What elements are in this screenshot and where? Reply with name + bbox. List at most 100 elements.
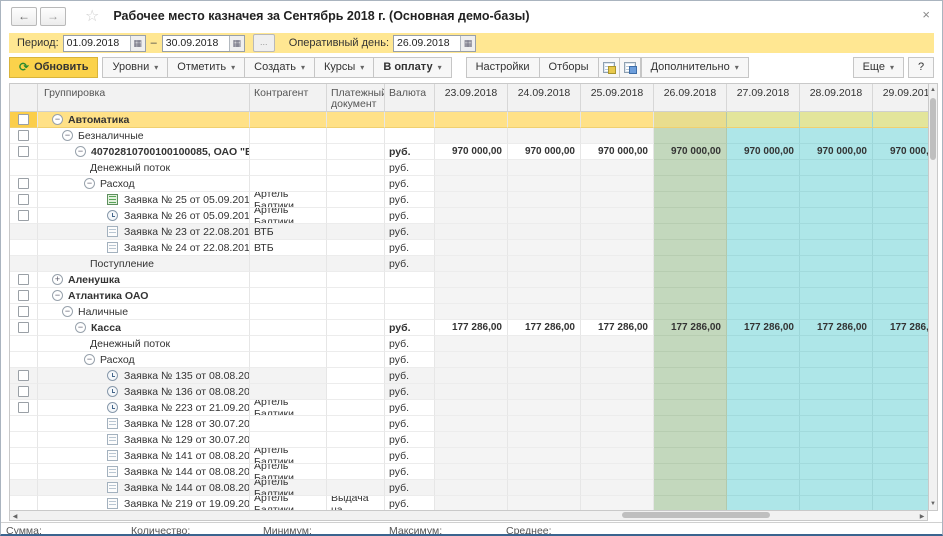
row-select-cell[interactable] bbox=[10, 368, 38, 384]
table-row[interactable]: Заявка № 144 от 08.08.2018Артель Балтики… bbox=[10, 480, 928, 496]
payment-document-cell[interactable] bbox=[327, 304, 385, 320]
amount-cell-26.09.2018[interactable]: 177 286,00 bbox=[654, 320, 727, 336]
payment-document-cell[interactable]: Выдача на... bbox=[327, 496, 385, 511]
levels-button[interactable]: Уровни▾ bbox=[102, 57, 168, 78]
table-row[interactable]: Заявка № 144 от 08.08.2018Артель Балтики… bbox=[10, 464, 928, 480]
header-grouping[interactable]: Группировка bbox=[38, 84, 250, 112]
amount-cell-24.09.2018[interactable] bbox=[508, 288, 581, 304]
operational-day-input[interactable] bbox=[394, 36, 460, 51]
contractor-cell[interactable] bbox=[250, 176, 327, 192]
amount-cell-24.09.2018[interactable] bbox=[508, 272, 581, 288]
amount-cell-29.09.2018[interactable] bbox=[873, 240, 928, 256]
row-select-cell[interactable] bbox=[10, 288, 38, 304]
amount-cell-28.09.2018[interactable] bbox=[800, 416, 873, 432]
amount-cell-27.09.2018[interactable] bbox=[727, 224, 800, 240]
amount-cell-24.09.2018[interactable] bbox=[508, 400, 581, 416]
grouping-cell[interactable]: −Касса bbox=[38, 320, 250, 336]
grouping-cell[interactable]: Заявка № 26 от 05.09.2018 bbox=[38, 208, 250, 224]
payment-document-cell[interactable] bbox=[327, 224, 385, 240]
payment-document-cell[interactable] bbox=[327, 384, 385, 400]
grouping-cell[interactable]: Заявка № 144 от 08.08.2018 bbox=[38, 464, 250, 480]
payment-document-cell[interactable] bbox=[327, 416, 385, 432]
contractor-cell[interactable] bbox=[250, 128, 327, 144]
currency-cell[interactable]: руб. bbox=[385, 384, 435, 400]
currency-cell[interactable] bbox=[385, 288, 435, 304]
more-button[interactable]: Еще▾ bbox=[853, 57, 904, 78]
table-row[interactable]: −40702810700100100085, ОАО "БАНК МОСКВЫ"… bbox=[10, 144, 928, 160]
payment-document-cell[interactable] bbox=[327, 192, 385, 208]
contractor-cell[interactable]: Артель Балтики bbox=[250, 464, 327, 480]
amount-cell-25.09.2018[interactable] bbox=[581, 208, 654, 224]
amount-cell-26.09.2018[interactable] bbox=[654, 208, 727, 224]
amount-cell-29.09.2018[interactable] bbox=[873, 464, 928, 480]
payment-document-cell[interactable] bbox=[327, 144, 385, 160]
row-checkbox[interactable] bbox=[18, 402, 29, 413]
amount-cell-23.09.2018[interactable] bbox=[435, 352, 508, 368]
amount-cell-23.09.2018[interactable] bbox=[435, 464, 508, 480]
amount-cell-27.09.2018[interactable] bbox=[727, 496, 800, 511]
horizontal-scroll-thumb[interactable] bbox=[622, 512, 770, 518]
header-date-28.09.2018[interactable]: 28.09.2018 bbox=[800, 84, 873, 112]
row-select-cell[interactable] bbox=[10, 480, 38, 496]
payment-document-cell[interactable] bbox=[327, 176, 385, 192]
amount-cell-29.09.2018[interactable] bbox=[873, 336, 928, 352]
row-select-cell[interactable] bbox=[10, 384, 38, 400]
amount-cell-23.09.2018[interactable] bbox=[435, 192, 508, 208]
table-row[interactable]: +Аленушка bbox=[10, 272, 928, 288]
contractor-cell[interactable] bbox=[250, 352, 327, 368]
amount-cell-28.09.2018[interactable] bbox=[800, 208, 873, 224]
amount-cell-25.09.2018[interactable]: 177 286,00 bbox=[581, 320, 654, 336]
amount-cell-26.09.2018[interactable] bbox=[654, 192, 727, 208]
amount-cell-27.09.2018[interactable] bbox=[727, 448, 800, 464]
amount-cell-28.09.2018[interactable] bbox=[800, 400, 873, 416]
amount-cell-28.09.2018[interactable] bbox=[800, 304, 873, 320]
collapse-icon[interactable]: − bbox=[52, 114, 63, 125]
grouping-cell[interactable]: Заявка № 141 от 08.08.2018 bbox=[38, 448, 250, 464]
amount-cell-25.09.2018[interactable] bbox=[581, 256, 654, 272]
amount-cell-29.09.2018[interactable]: 177 286,00 bbox=[873, 320, 928, 336]
table-row[interactable]: −Атлантика ОАО bbox=[10, 288, 928, 304]
header-date-23.09.2018[interactable]: 23.09.2018 bbox=[435, 84, 508, 112]
header-date-25.09.2018[interactable]: 25.09.2018 bbox=[581, 84, 654, 112]
scroll-down-icon[interactable]: ▼ bbox=[929, 499, 937, 509]
amount-cell-29.09.2018[interactable] bbox=[873, 432, 928, 448]
amount-cell-24.09.2018[interactable] bbox=[508, 160, 581, 176]
scroll-left-icon[interactable]: ◀ bbox=[11, 512, 19, 522]
payment-document-cell[interactable] bbox=[327, 272, 385, 288]
amount-cell-27.09.2018[interactable]: 970 000,00 bbox=[727, 144, 800, 160]
amount-cell-27.09.2018[interactable] bbox=[727, 464, 800, 480]
amount-cell-27.09.2018[interactable]: 177 286,00 bbox=[727, 320, 800, 336]
row-select-cell[interactable] bbox=[10, 112, 38, 128]
row-select-cell[interactable] bbox=[10, 320, 38, 336]
collapse-icon[interactable]: − bbox=[75, 146, 86, 157]
row-checkbox[interactable] bbox=[18, 370, 29, 381]
amount-cell-28.09.2018[interactable] bbox=[800, 432, 873, 448]
table-row[interactable]: Заявка № 25 от 05.09.2018Артель Балтикир… bbox=[10, 192, 928, 208]
contractor-cell[interactable] bbox=[250, 320, 327, 336]
settings-button[interactable]: Настройки bbox=[466, 57, 540, 78]
collapse-icon[interactable]: − bbox=[84, 354, 95, 365]
amount-cell-28.09.2018[interactable] bbox=[800, 256, 873, 272]
amount-cell-27.09.2018[interactable] bbox=[727, 272, 800, 288]
amount-cell-29.09.2018[interactable] bbox=[873, 176, 928, 192]
row-checkbox[interactable] bbox=[18, 194, 29, 205]
contractor-cell[interactable]: Артель Балтики bbox=[250, 192, 327, 208]
amount-cell-24.09.2018[interactable] bbox=[508, 464, 581, 480]
amount-cell-25.09.2018[interactable] bbox=[581, 176, 654, 192]
amount-cell-25.09.2018[interactable] bbox=[581, 224, 654, 240]
row-select-cell[interactable] bbox=[10, 192, 38, 208]
grouping-cell[interactable]: Заявка № 223 от 21.09.2018 bbox=[38, 400, 250, 416]
currency-cell[interactable]: руб. bbox=[385, 464, 435, 480]
amount-cell-28.09.2018[interactable] bbox=[800, 368, 873, 384]
amount-cell-27.09.2018[interactable] bbox=[727, 400, 800, 416]
contractor-cell[interactable] bbox=[250, 384, 327, 400]
amount-cell-24.09.2018[interactable] bbox=[508, 256, 581, 272]
header-payment-document[interactable]: Платежный документ bbox=[327, 84, 385, 112]
amount-cell-29.09.2018[interactable] bbox=[873, 288, 928, 304]
amount-cell-24.09.2018[interactable] bbox=[508, 240, 581, 256]
amount-cell-29.09.2018[interactable] bbox=[873, 128, 928, 144]
amount-cell-26.09.2018[interactable] bbox=[654, 304, 727, 320]
row-select-cell[interactable] bbox=[10, 272, 38, 288]
amount-cell-26.09.2018[interactable] bbox=[654, 416, 727, 432]
amount-cell-24.09.2018[interactable] bbox=[508, 112, 581, 128]
